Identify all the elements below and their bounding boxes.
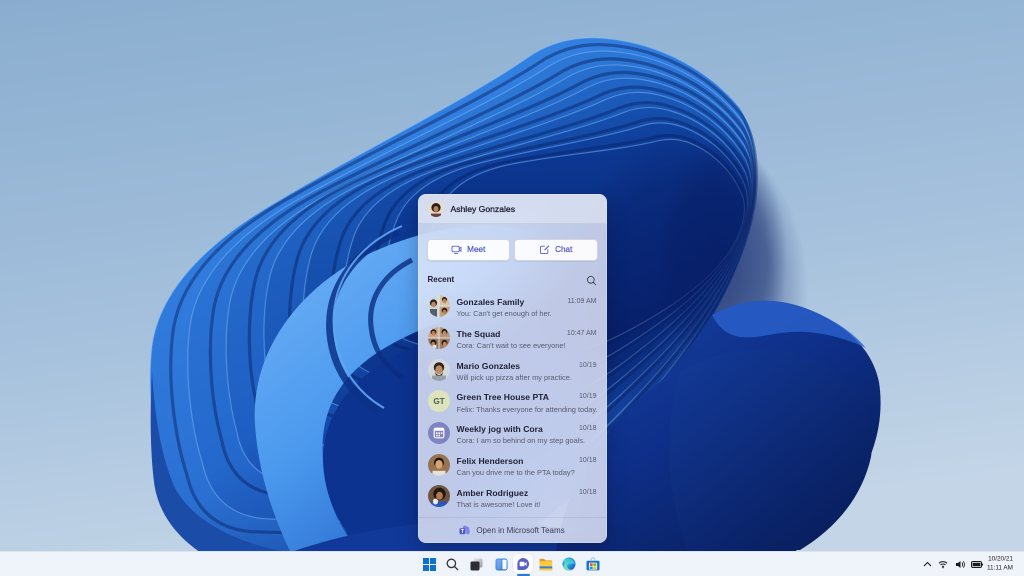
svg-text:GT: GT — [433, 397, 444, 406]
